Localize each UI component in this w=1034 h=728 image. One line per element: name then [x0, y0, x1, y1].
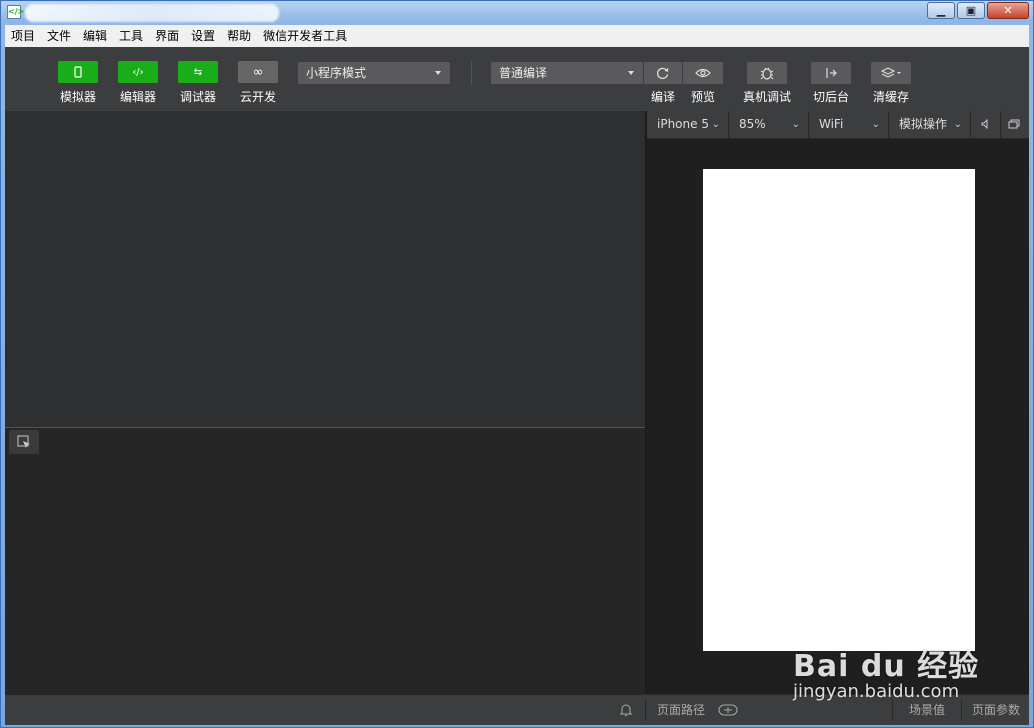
switch-background-button[interactable]	[811, 62, 851, 84]
app-icon: <∕>	[7, 5, 24, 19]
status-separator	[961, 699, 962, 721]
close-button[interactable]: ✕	[987, 2, 1029, 19]
phone-screen[interactable]	[703, 169, 975, 651]
simulator-toolbar: iPhone 5 ⌄ 85% ⌄ WiFi ⌄ 模拟操作 ⌄	[647, 111, 1029, 139]
device-value: iPhone 5	[657, 117, 709, 131]
refresh-icon	[656, 67, 669, 80]
simulator-toggle-button[interactable]	[58, 61, 98, 83]
editor-label: 编辑器	[119, 90, 156, 104]
volume-button[interactable]	[971, 111, 1001, 138]
layers-icon	[880, 67, 901, 78]
phone-icon	[74, 66, 82, 78]
background-switch-icon	[826, 68, 837, 78]
menu-tools[interactable]: 工具	[113, 25, 149, 47]
inspect-cursor-icon	[17, 435, 30, 448]
project-mode-select[interactable]: 小程序模式	[298, 62, 450, 84]
menu-edit[interactable]: 编辑	[77, 25, 113, 47]
maximize-button[interactable]: ▣	[957, 2, 985, 19]
debugger-toggle-button[interactable]: ⇆	[178, 61, 218, 83]
debug-arrows-icon: ⇆	[193, 66, 203, 78]
preview-button[interactable]	[683, 62, 723, 84]
switch-background-label: 切后台	[812, 90, 849, 104]
chevron-down-icon: ⌄	[953, 119, 962, 130]
remote-debug-label: 真机调试	[742, 90, 791, 104]
remote-debug-button[interactable]	[747, 62, 787, 84]
device-select[interactable]: iPhone 5 ⌄	[647, 111, 729, 138]
blurred-window-title	[25, 4, 279, 22]
bell-icon[interactable]	[620, 703, 632, 717]
menu-project[interactable]: 项目	[5, 25, 41, 47]
cloud-link-icon: ∞	[252, 64, 264, 80]
zoom-value: 85%	[739, 117, 766, 131]
minimize-button[interactable]: ▁	[927, 2, 955, 19]
network-select[interactable]: WiFi ⌄	[809, 111, 889, 138]
speaker-icon	[981, 118, 988, 130]
simulate-operation-select[interactable]: 模拟操作 ⌄	[889, 111, 971, 138]
menu-settings[interactable]: 设置	[185, 25, 221, 47]
clear-cache-label: 清缓存	[872, 90, 909, 104]
compile-mode-select[interactable]: 普通编译	[491, 62, 643, 84]
element-inspect-button[interactable]	[9, 430, 39, 454]
preview-label: 预览	[690, 90, 715, 104]
caret-down-icon	[435, 71, 441, 75]
cloud-dev-label: 云开发	[239, 90, 276, 104]
detach-window-button[interactable]	[1001, 111, 1029, 138]
project-mode-value: 小程序模式	[306, 66, 367, 80]
status-separator	[645, 699, 646, 721]
debugger-pane[interactable]	[5, 428, 645, 694]
watermark-brand: Bai du 经验	[793, 649, 980, 684]
title-bar: <∕> ▁ ▣ ✕	[1, 1, 1033, 25]
eye-icon	[695, 68, 711, 78]
network-value: WiFi	[819, 117, 844, 131]
toolbar: 模拟器 ‹/› 编辑器 ⇆ 调试器 ∞ 云开发 小程序模式 普通编译 编译 预览	[5, 47, 1029, 111]
baidu-jingyan-watermark: Bai du 经验 jingyan.baidu.com	[793, 641, 979, 702]
compile-mode-value: 普通编译	[499, 66, 548, 80]
cloud-dev-button[interactable]: ∞	[238, 61, 278, 83]
bug-icon	[760, 67, 774, 80]
clear-cache-button[interactable]	[871, 62, 911, 84]
editor-pane[interactable]	[5, 111, 645, 427]
chevron-down-icon: ⌄	[791, 119, 800, 130]
menu-file[interactable]: 文件	[41, 25, 77, 47]
page-params-label[interactable]: 页面参数	[972, 695, 1020, 725]
simulator-label: 模拟器	[59, 90, 96, 104]
menu-wechat-devtools[interactable]: 微信开发者工具	[257, 25, 353, 47]
menu-help[interactable]: 帮助	[221, 25, 257, 47]
chevron-down-icon: ⌄	[871, 119, 880, 130]
menu-bar: 项目 文件 编辑 工具 界面 设置 帮助 微信开发者工具	[5, 25, 1029, 47]
zoom-select[interactable]: 85% ⌄	[729, 111, 809, 138]
qrcode-icon[interactable]	[718, 704, 738, 716]
operation-value: 模拟操作	[899, 117, 948, 131]
chevron-down-icon: ⌄	[711, 119, 720, 130]
debugger-label: 调试器	[179, 90, 216, 104]
window-detach-icon	[1008, 119, 1020, 129]
editor-toggle-button[interactable]: ‹/›	[118, 61, 158, 83]
watermark-url: jingyan.baidu.com	[793, 681, 960, 702]
toolbar-divider	[471, 61, 472, 85]
app-window: <∕> ▁ ▣ ✕ 项目 文件 编辑 工具 界面 设置 帮助 微信开发者工具 模…	[0, 0, 1034, 728]
status-separator	[892, 699, 893, 721]
simulator-area	[647, 139, 1029, 694]
compile-button[interactable]	[644, 62, 682, 84]
code-icon: ‹/›	[132, 66, 144, 78]
caret-down-icon	[628, 71, 634, 75]
menu-view[interactable]: 界面	[149, 25, 185, 47]
page-path-label[interactable]: 页面路径	[657, 695, 705, 725]
